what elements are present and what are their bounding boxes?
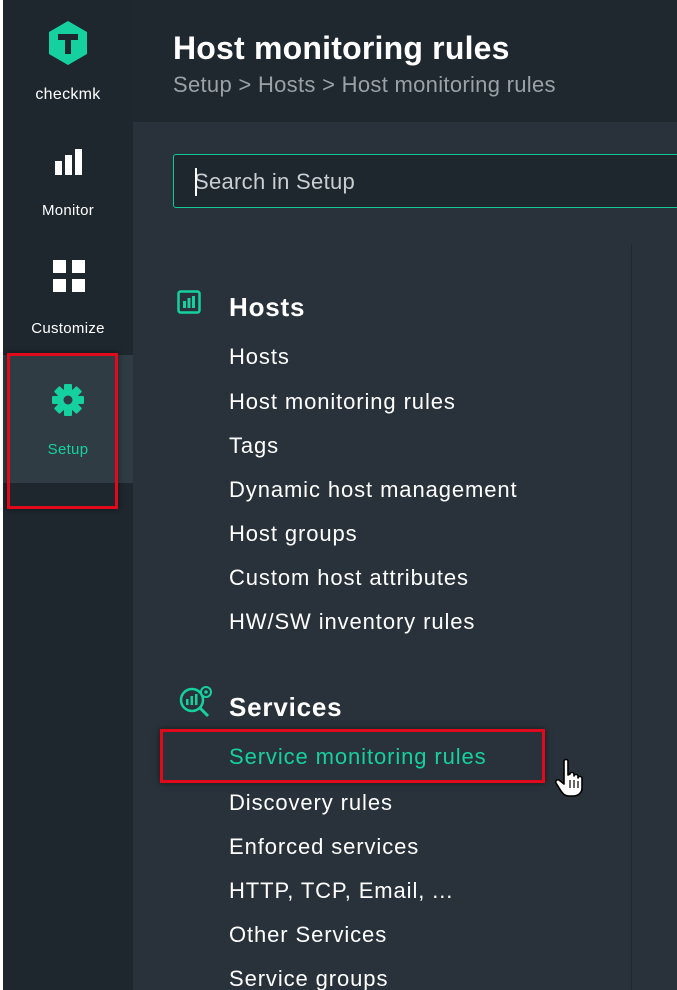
link-tags[interactable]: Tags <box>229 433 279 459</box>
checkmk-window: checkmk Monitor Customize Setup Host mon… <box>0 0 677 990</box>
link-host-groups[interactable]: Host groups <box>229 521 358 547</box>
menu-column: Hosts Hosts Host monitoring rules Tags D… <box>133 244 632 990</box>
search-box[interactable] <box>173 154 677 208</box>
link-service-groups[interactable]: Service groups <box>229 966 388 990</box>
nav-customize[interactable]: Customize <box>3 245 133 350</box>
link-dynamic-host-management[interactable]: Dynamic host management <box>229 477 518 503</box>
link-hw-sw-inventory-rules[interactable]: HW/SW inventory rules <box>229 609 475 635</box>
nav-monitor[interactable]: Monitor <box>3 130 133 240</box>
text-caret <box>195 168 197 196</box>
search-area <box>133 122 677 244</box>
hand-cursor-icon <box>554 758 588 803</box>
checkmk-logo-icon <box>45 20 91 71</box>
grid-icon <box>52 259 86 298</box>
setup-menu-content: Hosts Hosts Host monitoring rules Tags D… <box>133 244 677 990</box>
link-host-monitoring-rules[interactable]: Host monitoring rules <box>229 389 456 415</box>
link-other-services[interactable]: Other Services <box>229 922 387 948</box>
logo-label: checkmk <box>35 86 101 103</box>
services-search-icon <box>177 684 215 725</box>
setup-highlight-box <box>7 353 118 509</box>
page-title: Host monitoring rules <box>173 30 510 66</box>
service-rules-highlight-box <box>160 729 545 783</box>
bar-chart-icon <box>54 148 84 183</box>
breadcrumb: Setup > Hosts > Host monitoring rules <box>173 72 556 97</box>
link-custom-host-attributes[interactable]: Custom host attributes <box>229 565 469 591</box>
search-input[interactable] <box>194 167 674 197</box>
section-title-services: Services <box>229 692 343 722</box>
nav-customize-label: Customize <box>31 320 105 337</box>
page-header: Host monitoring rules Setup > Hosts > Ho… <box>133 0 677 122</box>
link-discovery-rules[interactable]: Discovery rules <box>229 790 393 816</box>
checkmk-logo[interactable]: checkmk <box>3 0 133 125</box>
link-hosts[interactable]: Hosts <box>229 344 290 370</box>
hosts-chart-icon <box>177 290 201 319</box>
link-enforced-services[interactable]: Enforced services <box>229 834 419 860</box>
link-http-tcp-email[interactable]: HTTP, TCP, Email, ... <box>229 878 453 904</box>
nav-monitor-label: Monitor <box>41 202 95 219</box>
section-title-hosts: Hosts <box>229 292 306 322</box>
